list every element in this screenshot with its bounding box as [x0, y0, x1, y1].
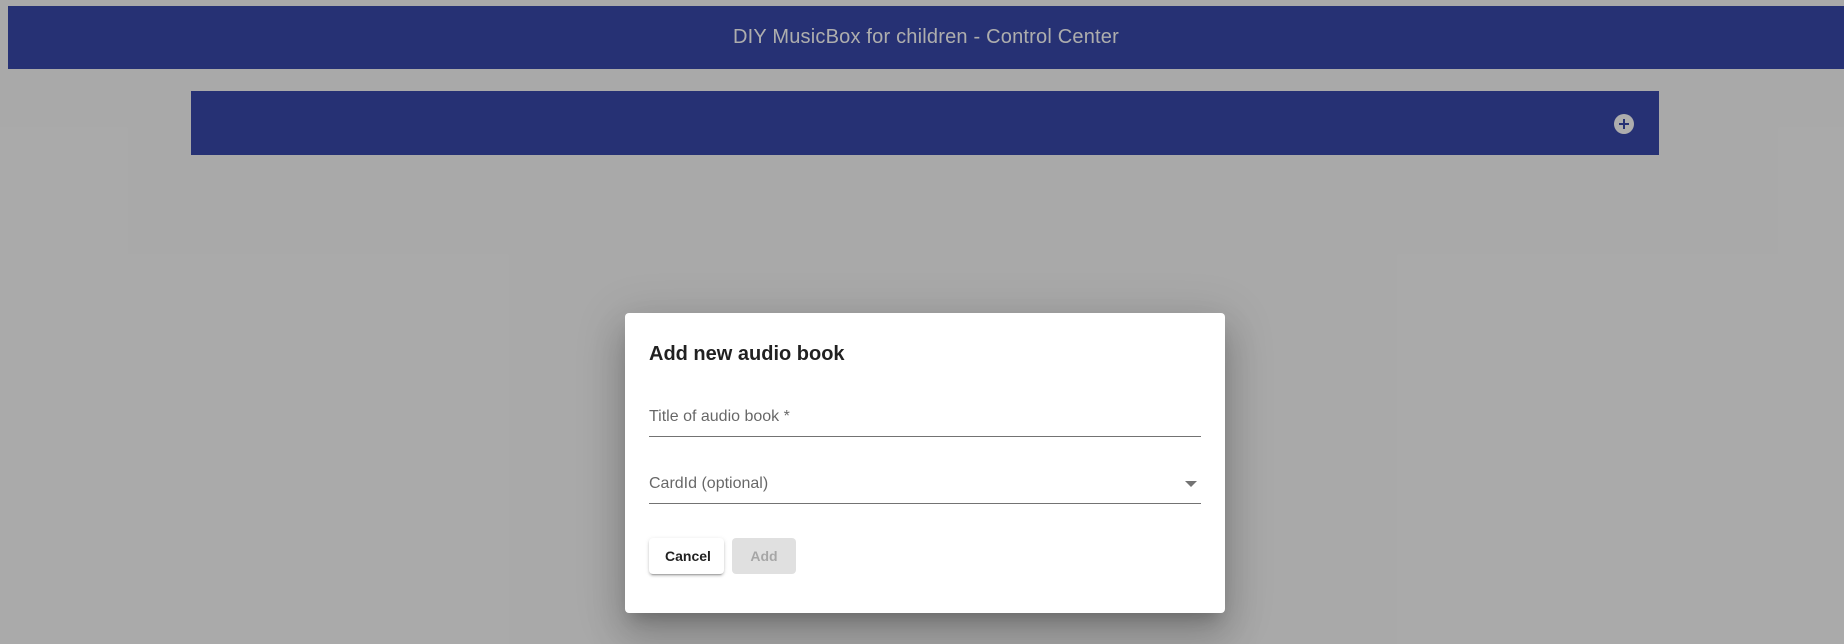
title-input[interactable] — [649, 400, 1201, 436]
add-button[interactable]: Add — [732, 538, 796, 574]
add-audio-book-dialog: Add new audio book Title of audio book *… — [625, 313, 1225, 613]
cancel-button[interactable]: Cancel — [649, 538, 724, 574]
dialog-actions: Cancel Add — [649, 538, 796, 574]
dropdown-arrow-icon — [1185, 481, 1197, 487]
card-id-select[interactable]: CardId (optional) — [649, 467, 1201, 504]
dialog-title: Add new audio book — [649, 343, 845, 365]
title-field[interactable]: Title of audio book * — [649, 400, 1201, 437]
card-id-label: CardId (optional) — [649, 475, 769, 492]
